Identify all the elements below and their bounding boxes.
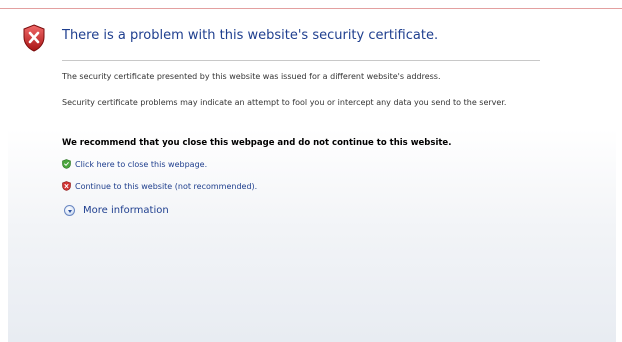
page-title: There is a problem with this website's s…	[62, 28, 439, 43]
close-webpage-label[interactable]: Click here to close this webpage.	[75, 160, 207, 169]
divider	[62, 60, 540, 61]
certificate-error-page: There is a problem with this website's s…	[8, 9, 616, 342]
expand-circle-icon	[64, 205, 75, 216]
more-information-label[interactable]: More information	[83, 205, 169, 216]
red-shield-icon	[62, 181, 71, 191]
certificate-issue-text: The security certificate presented by th…	[62, 72, 441, 81]
recommendation-text: We recommend that you close this webpage…	[62, 138, 452, 148]
browser-frame: There is a problem with this website's s…	[0, 0, 622, 342]
more-information-toggle[interactable]: More information	[64, 205, 169, 216]
shield-error-icon	[22, 24, 46, 52]
continue-to-website-link[interactable]: Continue to this website (not recommende…	[62, 181, 257, 191]
close-webpage-link[interactable]: Click here to close this webpage.	[62, 159, 207, 169]
risk-description-text: Security certificate problems may indica…	[62, 98, 507, 107]
top-border	[0, 0, 622, 9]
continue-to-website-label[interactable]: Continue to this website (not recommende…	[75, 182, 257, 191]
green-shield-icon	[62, 159, 71, 169]
